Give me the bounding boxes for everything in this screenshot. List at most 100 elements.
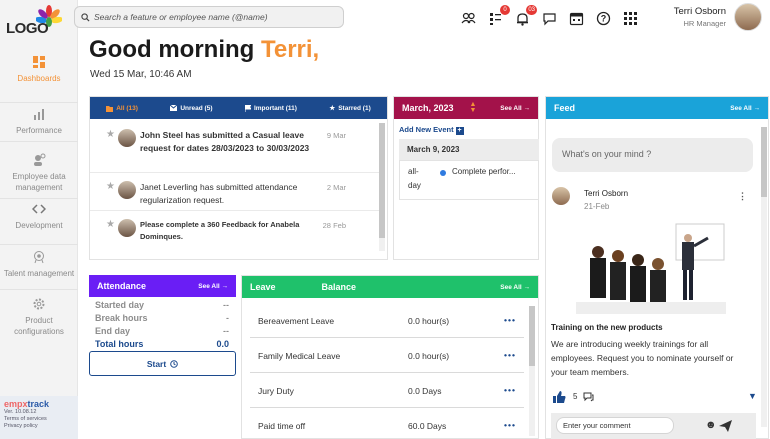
avatar [118, 129, 136, 147]
more-vertical-icon[interactable]: ⋮ [738, 191, 747, 202]
scrollbar-thumb[interactable] [761, 127, 767, 197]
tab-unread[interactable]: Unread (5) [170, 105, 213, 112]
comment-icon[interactable] [583, 392, 594, 402]
table-row: Bereavement Leave 0.0 hour(s) ••• [250, 303, 524, 338]
post-title: Training on the new products [551, 323, 663, 332]
attendance-title: Attendance [97, 281, 147, 291]
sidebar-item-dashboards[interactable]: Dashboards [0, 55, 78, 103]
sidebar-item-development[interactable]: Development [0, 202, 78, 245]
apps-grid-icon[interactable] [623, 11, 638, 26]
tab-important[interactable]: Important (11) [244, 104, 297, 112]
attendance-total-row: Total hours 0.0 [95, 339, 229, 349]
terms-link[interactable]: Terms of services [4, 416, 74, 423]
team-icon[interactable] [461, 11, 476, 26]
notification-date: 28 Feb [322, 221, 346, 230]
more-horizontal-icon[interactable]: ••• [504, 350, 516, 360]
add-event-button[interactable]: Add New Event + [399, 125, 464, 135]
start-day-button[interactable]: Start [89, 351, 236, 376]
event-time-cont: day [408, 181, 421, 190]
notification-date: 9 Mar [326, 131, 346, 140]
star-icon[interactable]: ★ [106, 219, 115, 230]
comment-area: ☻ [551, 413, 756, 439]
sidebar-item-label: Talent management [3, 269, 75, 278]
scrollbar[interactable] [761, 127, 767, 427]
search-box[interactable] [74, 6, 344, 28]
tasks-badge: 0 [500, 4, 510, 15]
sidebar-item-label: Product configurations [14, 316, 64, 336]
notifications-badge: 03 [526, 4, 537, 15]
search-input[interactable] [94, 12, 334, 22]
chevron-down-icon[interactable]: ▼ [748, 391, 757, 401]
feed-title: Feed [554, 103, 576, 113]
chevron-down-icon[interactable]: ▼ [470, 107, 477, 114]
feed-header: Feed See All → [546, 97, 768, 119]
notifications-button[interactable]: 03 [515, 4, 537, 26]
emoji-icon[interactable]: ☻ [705, 419, 717, 431]
avatar[interactable] [734, 3, 762, 31]
table-row: Jury Duty 0.0 Days ••• [250, 373, 524, 408]
feed-see-all-link[interactable]: See All → [730, 105, 760, 112]
list-item[interactable]: ★ Janet Leverling has submitted attendan… [90, 177, 380, 211]
like-count: 5 [573, 392, 578, 401]
scrollbar[interactable] [529, 306, 535, 436]
list-item[interactable]: ★ John Steel has submitted a Casual leav… [90, 125, 380, 173]
star-icon: ★ [329, 105, 336, 112]
company-logo[interactable]: LOGO [6, 4, 62, 40]
dashboard-icon [33, 56, 45, 68]
sidebar-item-employee-data[interactable]: Employee data management [0, 153, 78, 199]
svg-text:?: ? [601, 13, 607, 23]
help-icon[interactable]: ? [596, 11, 611, 26]
post-date: 21-Feb [584, 202, 610, 211]
sidebar: LOGO Dashboards Performance Employee dat… [0, 0, 78, 439]
leave-header: Leave Balance See All → [242, 276, 538, 298]
tasks-button[interactable]: 0 [488, 4, 510, 26]
calendar-icon[interactable] [569, 11, 584, 26]
post-image [576, 222, 726, 314]
calendar-month: March, 2023 [402, 103, 454, 113]
chat-icon[interactable] [542, 11, 557, 26]
calendar-see-all-link[interactable]: See All → [500, 105, 530, 112]
privacy-link[interactable]: Privacy policy [4, 423, 74, 430]
folder-icon [106, 105, 114, 112]
greeting-name: Terri, [260, 36, 320, 63]
calendar-event[interactable]: all- day Complete perfor... [399, 160, 539, 200]
attendance-see-all-link[interactable]: See All → [198, 283, 228, 290]
leave-balance-card: Leave Balance See All → Bereavement Leav… [241, 275, 539, 439]
toolbar-icons: 0 03 ? [461, 4, 638, 28]
sidebar-item-product-config[interactable]: Product configurations [0, 297, 78, 343]
star-icon[interactable]: ★ [106, 181, 115, 192]
notification-text: Janet Leverling has submitted attendance… [140, 182, 298, 205]
sidebar-item-talent[interactable]: Talent management [0, 250, 78, 290]
more-horizontal-icon[interactable]: ••• [504, 385, 516, 395]
sidebar-item-performance[interactable]: Performance [0, 107, 78, 142]
user-menu[interactable]: Terri Osborn HR Manager [674, 3, 762, 31]
sidebar-item-label: Performance [16, 126, 62, 135]
event-title: Complete perfor... [452, 167, 516, 176]
leave-see-all-link[interactable]: See All → [500, 284, 530, 291]
star-icon[interactable]: ★ [106, 129, 115, 140]
tab-starred[interactable]: ★ Starred (1) [329, 104, 370, 113]
version-text: Ver. 10.08.12 [4, 409, 37, 415]
month-nav: ▲ ▼ [470, 101, 477, 114]
scrollbar[interactable] [379, 123, 385, 251]
empxtrack-brand: empxtrack [4, 399, 50, 409]
envelope-icon [170, 105, 178, 111]
leave-title-balance: Balance [321, 282, 357, 292]
avatar [552, 187, 570, 205]
more-horizontal-icon[interactable]: ••• [504, 315, 516, 325]
clock-icon [170, 359, 178, 368]
send-icon[interactable] [719, 420, 732, 432]
code-icon [32, 204, 46, 214]
post-actions: 5 ▼ [551, 391, 757, 405]
list-item[interactable]: ★ Please complete a 360 Feedback for Ana… [90, 215, 380, 247]
leave-title: Leave [250, 282, 276, 292]
avatar [118, 181, 136, 199]
thumbs-up-icon[interactable] [553, 391, 566, 403]
event-dot-icon [440, 170, 446, 176]
more-horizontal-icon[interactable]: ••• [504, 420, 516, 430]
scrollbar-thumb[interactable] [379, 123, 385, 238]
tab-all[interactable]: All (13) [106, 105, 138, 112]
scrollbar-thumb[interactable] [529, 306, 535, 366]
comment-input[interactable] [556, 417, 674, 434]
post-composer[interactable]: What's on your mind ? [552, 138, 753, 172]
